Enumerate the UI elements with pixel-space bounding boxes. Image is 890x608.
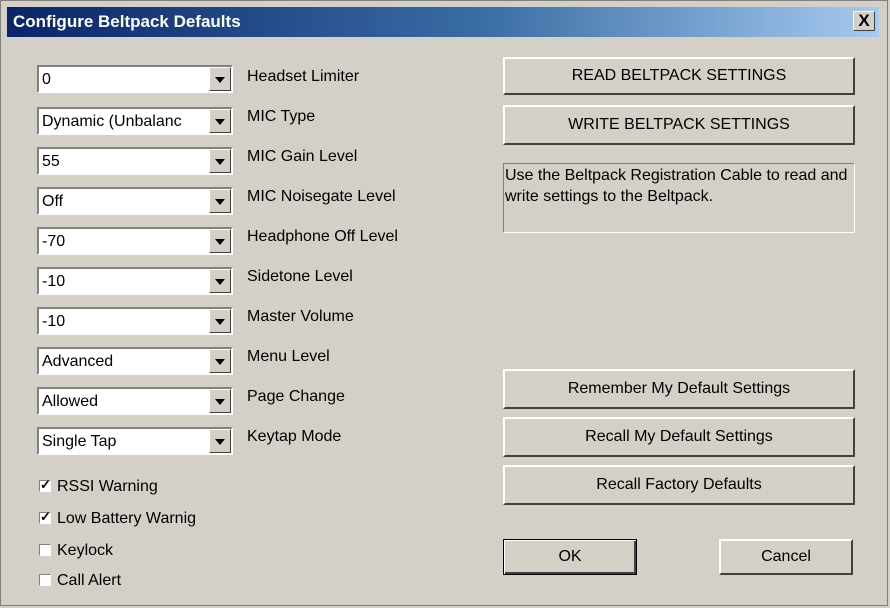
master-volume-select[interactable]: -10 (37, 307, 233, 335)
call-alert-checkbox[interactable]: Call Alert (39, 571, 121, 591)
keylock-checkbox[interactable]: Keylock (39, 541, 113, 561)
rssi-warning-checkbox[interactable]: RSSI Warning (39, 477, 158, 497)
mic-type-value: Dynamic (Unbalanc (42, 113, 182, 130)
cancel-button[interactable]: Cancel (719, 539, 853, 575)
headset-limiter-select[interactable]: 0 (37, 65, 233, 93)
checkbox-unchecked-icon[interactable] (39, 574, 51, 586)
mic-type-label: MIC Type (247, 108, 316, 125)
mic-noisegate-level-value: Off (42, 193, 64, 210)
write-beltpack-settings-button[interactable]: WRITE BELTPACK SETTINGS (503, 105, 855, 145)
headphone-off-level-value: -70 (42, 233, 66, 250)
mic-noisegate-level-select[interactable]: Off (37, 187, 233, 215)
chevron-down-icon[interactable] (209, 109, 231, 133)
page-change-select[interactable]: Allowed (37, 387, 233, 415)
keytap-mode-value: Single Tap (42, 433, 117, 450)
sidetone-level-value: -10 (42, 273, 66, 290)
checkbox-unchecked-icon[interactable] (39, 544, 51, 556)
mic-gain-level-select[interactable]: 55 (37, 147, 233, 175)
menu-level-value: Advanced (42, 353, 114, 370)
menu-level-label: Menu Level (247, 348, 330, 365)
mic-gain-level-value: 55 (42, 153, 60, 170)
keytap-mode-label: Keytap Mode (247, 428, 342, 445)
recall-factory-defaults-button[interactable]: Recall Factory Defaults (503, 465, 855, 505)
window-title: Configure Beltpack Defaults (13, 12, 241, 31)
headphone-off-level-label: Headphone Off Level (247, 228, 398, 245)
checkbox-checked-icon[interactable] (39, 477, 51, 493)
chevron-down-icon[interactable] (209, 269, 231, 293)
headphone-off-level-select[interactable]: -70 (37, 227, 233, 255)
call-alert-label: Call Alert (57, 572, 122, 589)
keytap-mode-select[interactable]: Single Tap (37, 427, 233, 455)
chevron-down-icon[interactable] (209, 189, 231, 213)
chevron-down-icon[interactable] (209, 349, 231, 373)
remember-default-settings-button[interactable]: Remember My Default Settings (503, 369, 855, 409)
sidetone-level-label: Sidetone Level (247, 268, 353, 285)
low-battery-warning-checkbox[interactable]: Low Battery Warnig (39, 509, 196, 529)
info-text-box: Use the Beltpack Registration Cable to r… (503, 163, 855, 233)
chevron-down-icon[interactable] (209, 149, 231, 173)
ok-button[interactable]: OK (503, 539, 637, 575)
configure-beltpack-dialog: Configure Beltpack Defaults X 0 Headset … (0, 0, 888, 606)
menu-level-select[interactable]: Advanced (37, 347, 233, 375)
headset-limiter-label: Headset Limiter (247, 68, 360, 85)
chevron-down-icon[interactable] (209, 309, 231, 333)
checkbox-checked-icon[interactable] (39, 509, 51, 525)
info-text: Use the Beltpack Registration Cable to r… (505, 167, 848, 205)
low-battery-warning-label: Low Battery Warnig (57, 510, 197, 527)
master-volume-value: -10 (42, 313, 66, 330)
master-volume-label: Master Volume (247, 308, 354, 325)
title-bar: Configure Beltpack Defaults X (7, 7, 879, 37)
rssi-warning-label: RSSI Warning (57, 478, 158, 495)
chevron-down-icon[interactable] (209, 229, 231, 253)
read-beltpack-settings-button[interactable]: READ BELTPACK SETTINGS (503, 57, 855, 95)
headset-limiter-value: 0 (42, 71, 51, 88)
mic-type-select[interactable]: Dynamic (Unbalanc (37, 107, 233, 135)
page-change-label: Page Change (247, 388, 345, 405)
mic-gain-level-label: MIC Gain Level (247, 148, 358, 165)
recall-default-settings-button[interactable]: Recall My Default Settings (503, 417, 855, 457)
page-change-value: Allowed (42, 393, 99, 410)
keylock-label: Keylock (57, 542, 114, 559)
close-button[interactable]: X (853, 11, 875, 31)
chevron-down-icon[interactable] (209, 389, 231, 413)
sidetone-level-select[interactable]: -10 (37, 267, 233, 295)
chevron-down-icon[interactable] (209, 67, 231, 91)
mic-noisegate-level-label: MIC Noisegate Level (247, 188, 396, 205)
chevron-down-icon[interactable] (209, 429, 231, 453)
